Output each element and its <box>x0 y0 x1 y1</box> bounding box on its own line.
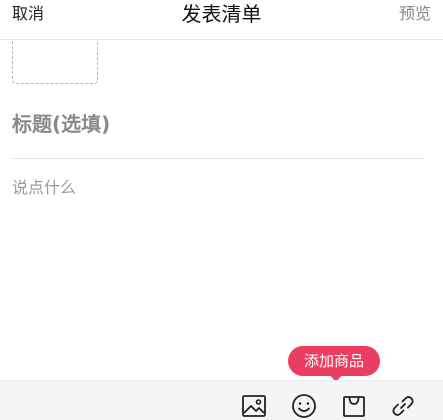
preview-button[interactable]: 预览 <box>399 3 431 25</box>
emoji-icon[interactable] <box>290 392 320 420</box>
nav-header: 取消 发表清单 预览 <box>0 0 443 40</box>
shopping-bag-icon[interactable] <box>340 392 370 420</box>
title-input[interactable]: 标题(选填) <box>12 109 423 139</box>
page-title: 发表清单 <box>181 2 262 26</box>
tooltip-label: 添加商品 <box>303 352 364 370</box>
link-icon[interactable] <box>389 392 419 420</box>
add-product-tooltip: 添加商品 <box>288 346 380 382</box>
content-input[interactable]: 说点什么 <box>12 176 423 200</box>
editor-toolbar <box>0 380 443 420</box>
image-icon[interactable] <box>240 392 270 420</box>
divider <box>12 158 423 159</box>
